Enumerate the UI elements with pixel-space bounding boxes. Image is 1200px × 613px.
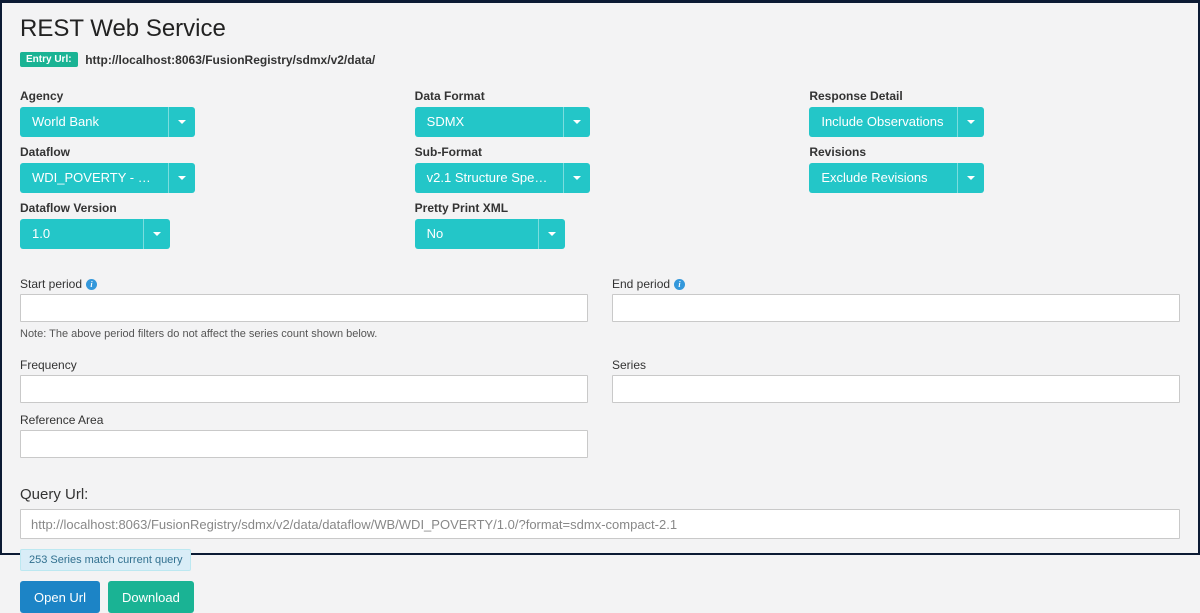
- caret-down-icon[interactable]: [539, 219, 565, 249]
- revisions-value[interactable]: Exclude Revisions: [809, 163, 958, 193]
- entry-url-value: http://localhost:8063/FusionRegistry/sdm…: [85, 53, 375, 67]
- pretty-print-value[interactable]: No: [415, 219, 539, 249]
- caret-down-icon[interactable]: [564, 107, 590, 137]
- sub-format-value[interactable]: v2.1 Structure Specific: [415, 163, 564, 193]
- reference-area-label: Reference Area: [20, 413, 588, 427]
- agency-dropdown[interactable]: World Bank: [20, 107, 195, 137]
- entry-url-label: Entry Url:: [20, 52, 78, 67]
- response-detail-value[interactable]: Include Observations: [809, 107, 958, 137]
- sub-format-dropdown[interactable]: v2.1 Structure Specific: [415, 163, 590, 193]
- end-period-input[interactable]: [612, 294, 1180, 322]
- response-detail-dropdown[interactable]: Include Observations: [809, 107, 984, 137]
- end-period-text: End period: [612, 277, 670, 291]
- info-icon[interactable]: i: [674, 279, 685, 290]
- open-url-button[interactable]: Open Url: [20, 581, 100, 613]
- series-input[interactable]: [612, 375, 1180, 403]
- series-count-badge: 253 Series match current query: [20, 549, 191, 571]
- dataflow-version-label: Dataflow Version: [20, 201, 391, 215]
- dataflow-version-value[interactable]: 1.0: [20, 219, 144, 249]
- query-url-label: Query Url:: [20, 486, 1180, 503]
- dataflow-version-dropdown[interactable]: 1.0: [20, 219, 170, 249]
- agency-dropdown-value[interactable]: World Bank: [20, 107, 169, 137]
- series-label: Series: [612, 358, 1180, 372]
- frequency-label: Frequency: [20, 358, 588, 372]
- pretty-print-label: Pretty Print XML: [415, 201, 786, 215]
- page-title: REST Web Service: [20, 15, 1180, 43]
- data-format-value[interactable]: SDMX: [415, 107, 564, 137]
- period-note: Note: The above period filters do not af…: [20, 328, 588, 340]
- download-button[interactable]: Download: [108, 581, 194, 613]
- entry-url-row: Entry Url: http://localhost:8063/FusionR…: [20, 51, 1180, 67]
- caret-down-icon[interactable]: [144, 219, 170, 249]
- start-period-input[interactable]: [20, 294, 588, 322]
- sub-format-label: Sub-Format: [415, 145, 786, 159]
- query-url-input[interactable]: [20, 509, 1180, 539]
- data-format-label: Data Format: [415, 89, 786, 103]
- revisions-label: Revisions: [809, 145, 1180, 159]
- start-period-text: Start period: [20, 277, 82, 291]
- agency-label: Agency: [20, 89, 391, 103]
- dataflow-dropdown-value[interactable]: WDI_POVERTY - Poverty: [20, 163, 169, 193]
- reference-area-input[interactable]: [20, 430, 588, 458]
- dataflow-dropdown[interactable]: WDI_POVERTY - Poverty: [20, 163, 195, 193]
- data-format-dropdown[interactable]: SDMX: [415, 107, 590, 137]
- revisions-dropdown[interactable]: Exclude Revisions: [809, 163, 984, 193]
- dataflow-label: Dataflow: [20, 145, 391, 159]
- caret-down-icon[interactable]: [958, 107, 984, 137]
- pretty-print-dropdown[interactable]: No: [415, 219, 565, 249]
- start-period-label: Start period i: [20, 277, 588, 291]
- caret-down-icon[interactable]: [958, 163, 984, 193]
- caret-down-icon[interactable]: [169, 163, 195, 193]
- frequency-input[interactable]: [20, 375, 588, 403]
- caret-down-icon[interactable]: [564, 163, 590, 193]
- caret-down-icon[interactable]: [169, 107, 195, 137]
- response-detail-label: Response Detail: [809, 89, 1180, 103]
- info-icon[interactable]: i: [86, 279, 97, 290]
- end-period-label: End period i: [612, 277, 1180, 291]
